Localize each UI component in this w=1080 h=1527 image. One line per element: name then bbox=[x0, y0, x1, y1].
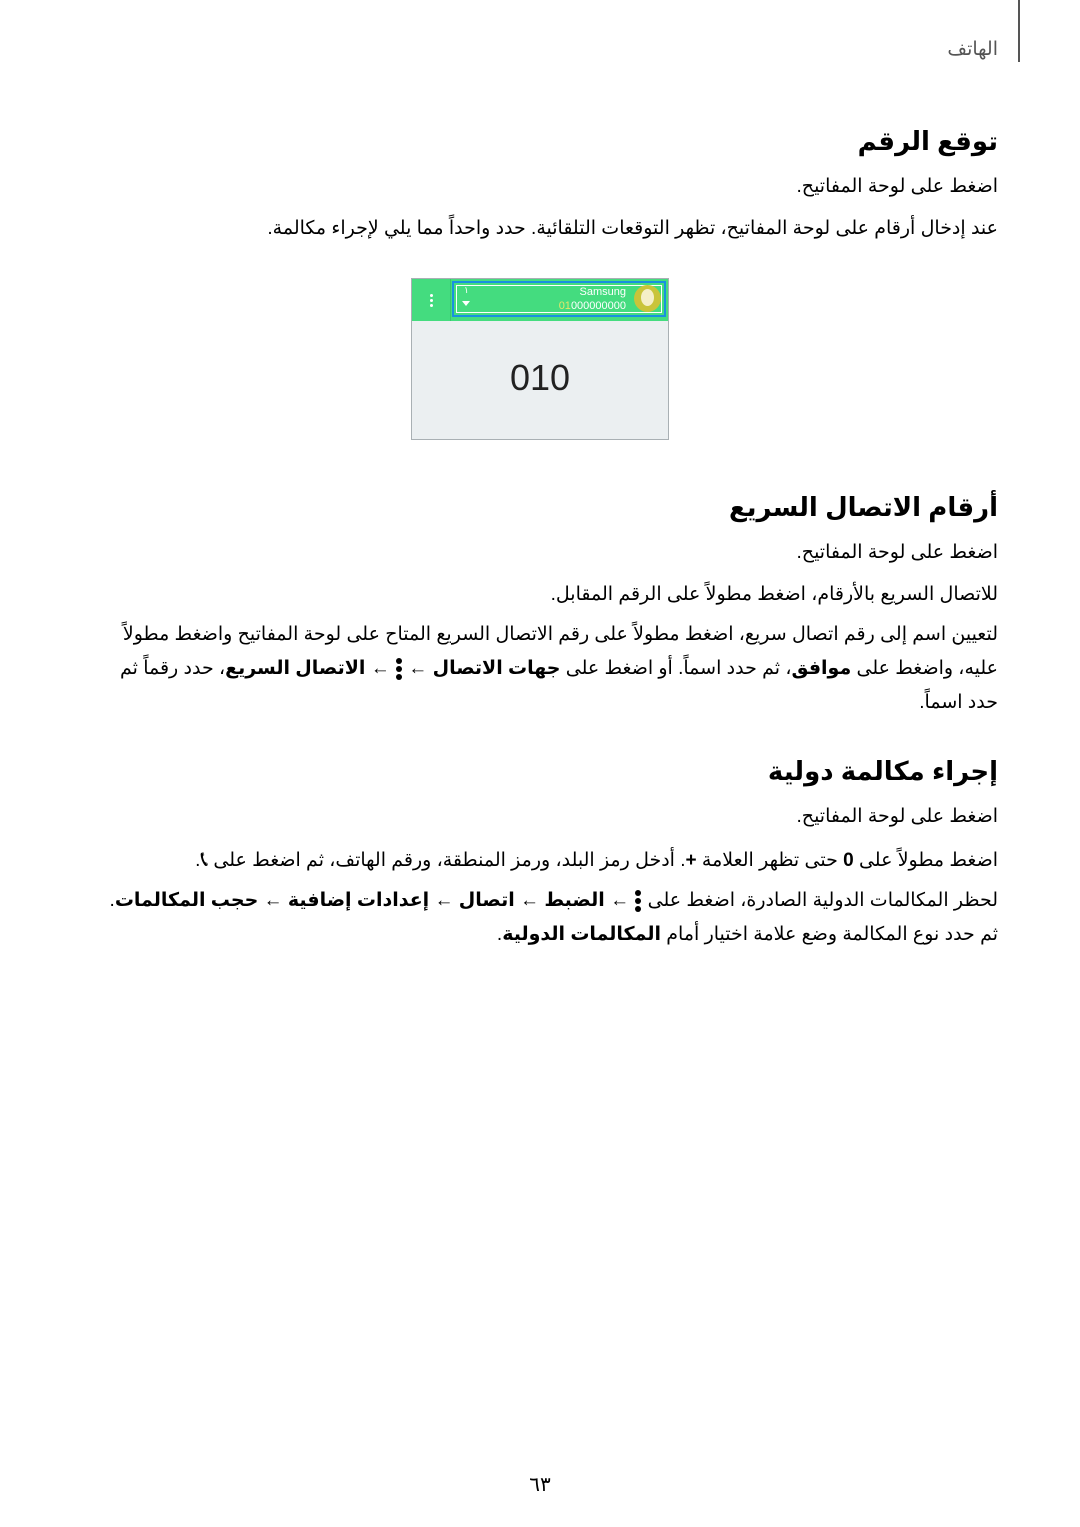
predicted-contact: ١ Samsung 01000000000 bbox=[452, 281, 666, 317]
step-text: اضغط على لوحة المفاتيح. bbox=[796, 542, 998, 563]
header-divider bbox=[1018, 0, 1020, 62]
arrow: ← bbox=[258, 890, 288, 911]
more-vertical-icon bbox=[395, 656, 403, 682]
chapter-header: الهاتف bbox=[947, 39, 998, 60]
section-predictive-number: توقع الرقم اضغط على لوحة المفاتيح. عند إ… bbox=[88, 124, 998, 252]
section-title: توقع الرقم bbox=[857, 126, 998, 156]
call-barring-label: حجب المكالمات bbox=[114, 890, 259, 911]
text: ، ثم حدد اسماً. أو اضغط على bbox=[560, 658, 792, 679]
step-text: اضغط على لوحة المفاتيح. bbox=[796, 176, 998, 197]
arrow: ← bbox=[604, 890, 635, 911]
dialed-number: 010 bbox=[509, 357, 571, 398]
arrow: ← bbox=[403, 658, 433, 679]
page-number: ٦٣ bbox=[529, 1474, 551, 1496]
zero-key: 0 bbox=[843, 850, 854, 871]
section-international-call: إجراء مكالمة دولية اضغط على لوحة المفاتي… bbox=[88, 754, 998, 958]
paragraph: لتعيين اسم إلى رقم اتصال سريع، اضغط مطول… bbox=[88, 618, 998, 720]
contacts-label: جهات الاتصال bbox=[432, 658, 561, 679]
contact-name: Samsung bbox=[579, 286, 626, 298]
text: اضغط مطولاً على bbox=[853, 850, 998, 871]
plus-sign: + bbox=[685, 850, 697, 871]
more-settings-label: إعدادات إضافية bbox=[287, 890, 430, 911]
ok-label: موافق bbox=[791, 658, 852, 679]
call-label: اتصال bbox=[458, 890, 515, 911]
arrow: ← bbox=[365, 658, 396, 679]
predictive-bar: ١ Samsung 01000000000 bbox=[412, 279, 668, 321]
number-match: 01 bbox=[558, 300, 571, 312]
more-vertical-icon bbox=[412, 279, 451, 321]
number-rest: 000000000 bbox=[570, 300, 626, 312]
phone-screenshot: ١ Samsung 01000000000 010 bbox=[411, 278, 669, 440]
settings-label: الضبط bbox=[544, 890, 605, 911]
step-text: اضغط على لوحة المفاتيح. bbox=[796, 806, 998, 827]
section-title: إجراء مكالمة دولية bbox=[767, 756, 998, 786]
section-title: أرقام الاتصال السريع bbox=[729, 492, 998, 522]
dropdown-arrow-icon bbox=[462, 301, 470, 306]
text: حتى تظهر العلامة bbox=[696, 850, 844, 871]
speed-dial-label: الاتصال السريع bbox=[225, 658, 366, 679]
section-speed-dial: أرقام الاتصال السريع اضغط على لوحة المفا… bbox=[88, 490, 998, 726]
arrow: ← bbox=[429, 890, 459, 911]
avatar bbox=[634, 285, 661, 312]
contact-number: 01000000000 bbox=[559, 300, 626, 312]
paragraph: لحظر المكالمات الدولية الصادرة، اضغط على… bbox=[88, 884, 998, 952]
sim-indicator: ١ bbox=[464, 285, 469, 295]
text: . أدخل رمز البلد، ورمز المنطقة، ورقم اله… bbox=[208, 850, 686, 871]
international-calls-label: المكالمات الدولية bbox=[502, 924, 661, 945]
paragraph: عند إدخال أرقام على لوحة المفاتيح، تظهر … bbox=[267, 218, 998, 239]
paragraph: للاتصال السريع بالأرقام، اضغط مطولاً على… bbox=[550, 584, 998, 605]
text: لحظر المكالمات الدولية الصادرة، اضغط على bbox=[642, 890, 998, 911]
arrow: ← bbox=[514, 890, 545, 911]
paragraph: اضغط مطولاً على 0 حتى تظهر العلامة +. أد… bbox=[88, 842, 998, 878]
phone-icon: 📞︎ bbox=[200, 846, 209, 871]
